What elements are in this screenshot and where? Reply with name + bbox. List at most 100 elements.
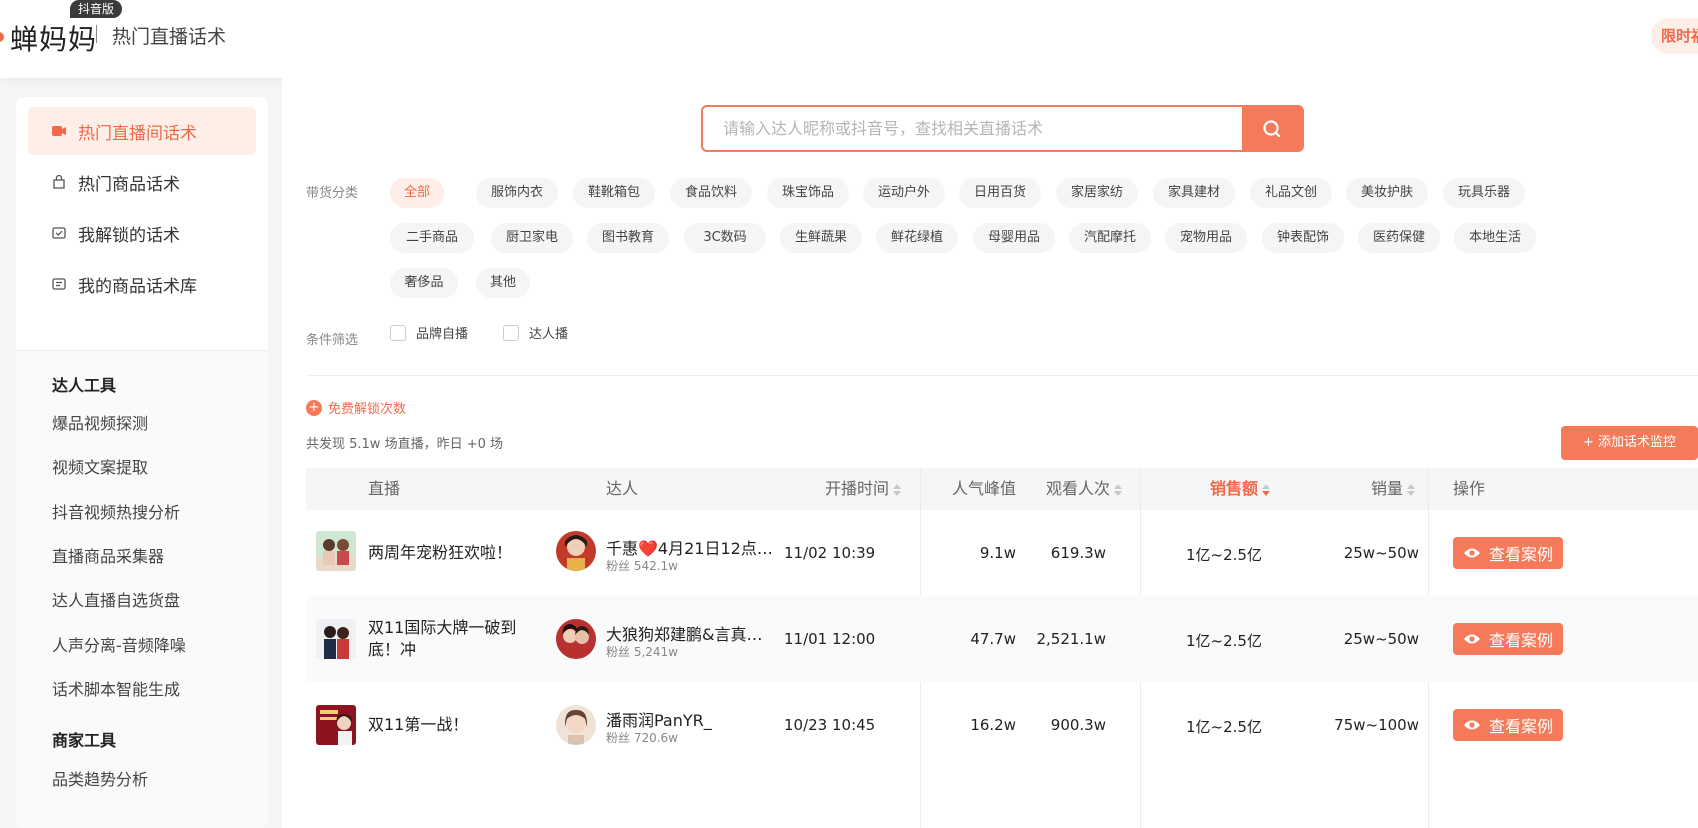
view-case-button[interactable]: 查看案例 bbox=[1453, 537, 1563, 569]
category-chip[interactable]: 珠宝饰品 bbox=[767, 178, 849, 208]
logo[interactable]: 蝉妈妈 bbox=[10, 18, 97, 58]
peak-viewers: 47.7w bbox=[970, 630, 1016, 648]
logo-mark bbox=[0, 32, 4, 42]
category-chip[interactable]: 二手商品 bbox=[390, 223, 474, 253]
kol-name[interactable]: 大狼狗郑建鹏&言真… bbox=[606, 621, 762, 645]
free-unlock-link[interactable]: + 免费解锁次数 bbox=[306, 398, 406, 417]
category-chip[interactable]: 鲜花绿植 bbox=[876, 223, 958, 253]
condition-filter-label: 条件筛选 bbox=[306, 333, 359, 348]
sidebar-item-hot-product-scripts[interactable]: 热门商品话术 bbox=[28, 158, 256, 206]
kol-avatar[interactable] bbox=[556, 619, 596, 659]
live-thumbnail[interactable] bbox=[316, 619, 356, 659]
kol-name[interactable]: 千惠❤️4月21日12点… bbox=[606, 535, 773, 559]
category-chip[interactable]: 运动户外 bbox=[863, 178, 945, 208]
th-kol: 达人 bbox=[606, 479, 639, 498]
category-chip[interactable]: 母婴用品 bbox=[973, 223, 1055, 253]
category-chip[interactable]: 厨卫家电 bbox=[491, 223, 573, 253]
sidebar-item-my-script-library[interactable]: 我的商品话术库 bbox=[28, 260, 256, 308]
start-time: 11/01 12:00 bbox=[784, 630, 876, 648]
category-chip[interactable]: 全部 bbox=[390, 178, 444, 208]
sidebar-tool-link[interactable]: 品类趋势分析 bbox=[52, 766, 148, 790]
search-input[interactable] bbox=[703, 107, 1243, 150]
filter-divider bbox=[306, 375, 1698, 376]
add-script-monitor-button[interactable]: + 添加话术监控 bbox=[1561, 426, 1698, 460]
live-thumbnail[interactable] bbox=[316, 705, 356, 745]
category-chip[interactable]: 家居家纺 bbox=[1056, 178, 1138, 208]
sidebar-tool-link[interactable]: 视频文案提取 bbox=[52, 454, 148, 478]
sidebar-tool-link[interactable]: 达人直播自选货盘 bbox=[52, 587, 180, 611]
sidebar-item-label: 我的商品话术库 bbox=[78, 276, 197, 297]
th-start-time[interactable]: 开播时间 bbox=[825, 468, 902, 510]
sidebar-tool-link[interactable]: 话术脚本智能生成 bbox=[52, 676, 180, 700]
category-chip[interactable]: 礼品文创 bbox=[1250, 178, 1332, 208]
section-title-merchant-tools: 商家工具 bbox=[52, 731, 117, 750]
live-thumbnail[interactable] bbox=[316, 531, 356, 571]
checkbox-label: 品牌自播 bbox=[416, 327, 469, 342]
kol-fans: 粉丝 5,241w bbox=[606, 645, 678, 659]
category-chip[interactable]: 汽配摩托 bbox=[1069, 223, 1151, 253]
checkbox-box[interactable] bbox=[390, 324, 406, 341]
live-title[interactable]: 双11第一战！ bbox=[368, 714, 528, 736]
live-title[interactable]: 两周年宠粉狂欢啦！ bbox=[368, 542, 528, 564]
category-chip[interactable]: 服饰内衣 bbox=[476, 178, 558, 208]
th-views[interactable]: 观看人次 bbox=[1046, 468, 1123, 510]
table-row[interactable]: 双11第一战！ 潘雨润PanYR_ 粉丝 720.6w 10/23 10:45 … bbox=[306, 682, 1698, 768]
sidebar-item-hot-live-scripts[interactable]: 热门直播间话术 bbox=[28, 107, 256, 155]
kol-fans: 粉丝 720.6w bbox=[606, 731, 678, 745]
result-summary: 共发现 5.1w 场直播，昨日 +0 场 bbox=[306, 437, 503, 452]
category-chip[interactable]: 钟表配饰 bbox=[1262, 223, 1344, 253]
category-chip[interactable]: 宠物用品 bbox=[1165, 223, 1247, 253]
view-case-button[interactable]: 查看案例 bbox=[1453, 709, 1563, 741]
th-sales-amount[interactable]: 销售额 bbox=[1210, 468, 1271, 510]
sidebar-item-unlocked-scripts[interactable]: 我解锁的话术 bbox=[28, 209, 256, 257]
th-live: 直播 bbox=[368, 479, 401, 498]
table-row[interactable]: 双11国际大牌一破到底！冲 大狼狗郑建鹏&言真… 粉丝 5,241w 11/01… bbox=[306, 596, 1698, 682]
unlock-icon bbox=[52, 226, 66, 240]
checkbox-brand-self-live[interactable]: 品牌自播 bbox=[390, 323, 468, 342]
category-chip[interactable]: 图书教育 bbox=[587, 223, 669, 253]
category-chip[interactable]: 日用百货 bbox=[959, 178, 1041, 208]
kol-fans: 粉丝 542.1w bbox=[606, 559, 678, 573]
sidebar-tool-link[interactable]: 爆品视频探测 bbox=[52, 410, 148, 434]
sort-icon bbox=[893, 483, 902, 496]
library-icon bbox=[52, 277, 66, 291]
view-case-label: 查看案例 bbox=[1488, 717, 1553, 736]
th-sales-volume[interactable]: 销量 bbox=[1371, 468, 1416, 510]
sort-icon bbox=[1407, 483, 1416, 496]
search-button[interactable] bbox=[1242, 107, 1302, 150]
category-chip[interactable]: 奢侈品 bbox=[390, 268, 458, 298]
top-header: 蝉妈妈 抖音版 热门直播话术 限时福利 bbox=[0, 0, 1698, 78]
sidebar-tool-link[interactable]: 抖音视频热搜分析 bbox=[52, 499, 180, 523]
category-chip[interactable]: 美妆护肤 bbox=[1346, 178, 1428, 208]
promo-button[interactable]: 限时福利 bbox=[1651, 18, 1698, 54]
kol-avatar[interactable] bbox=[556, 705, 596, 745]
live-title[interactable]: 双11国际大牌一破到底！冲 bbox=[368, 617, 528, 661]
view-case-label: 查看案例 bbox=[1488, 545, 1553, 564]
checkbox-label: 达人播 bbox=[529, 327, 569, 342]
eye-icon bbox=[1463, 634, 1480, 644]
kol-name[interactable]: 潘雨润PanYR_ bbox=[606, 707, 712, 731]
category-chip[interactable]: 玩具乐器 bbox=[1443, 178, 1525, 208]
sidebar-tool-link[interactable]: 直播商品采集器 bbox=[52, 543, 164, 567]
sidebar-tool-link[interactable]: 人声分离-音频降噪 bbox=[52, 632, 186, 656]
header-divider bbox=[96, 25, 97, 43]
table-row[interactable]: 两周年宠粉狂欢啦！ 千惠❤️4月21日12点… 粉丝 542.1w 11/02 … bbox=[306, 510, 1698, 596]
category-chip[interactable]: 本地生活 bbox=[1454, 223, 1536, 253]
plus-icon: + bbox=[306, 399, 322, 416]
main-content: 带货分类 全部 服饰内衣鞋靴箱包食品饮料珠宝饰品运动户外日用百货家居家纺家具建材礼… bbox=[282, 78, 1698, 828]
view-case-label: 查看案例 bbox=[1488, 631, 1553, 650]
category-chip[interactable]: 生鲜蔬果 bbox=[780, 223, 862, 253]
checkbox-box[interactable] bbox=[503, 324, 519, 341]
category-chip[interactable]: 医药保健 bbox=[1358, 223, 1440, 253]
category-chip[interactable]: 鞋靴箱包 bbox=[573, 178, 655, 208]
checkbox-kol-live[interactable]: 达人播 bbox=[503, 323, 568, 342]
category-chip[interactable]: 家具建材 bbox=[1153, 178, 1235, 208]
view-case-button[interactable]: 查看案例 bbox=[1453, 623, 1563, 655]
live-icon bbox=[52, 124, 66, 138]
category-chip[interactable]: 3C数码 bbox=[684, 223, 766, 253]
category-chip[interactable]: 其他 bbox=[476, 268, 530, 298]
category-chip[interactable]: 食品饮料 bbox=[670, 178, 752, 208]
total-views: 900.3w bbox=[1050, 716, 1106, 734]
kol-avatar[interactable] bbox=[556, 531, 596, 571]
free-unlock-label: 免费解锁次数 bbox=[328, 402, 407, 417]
